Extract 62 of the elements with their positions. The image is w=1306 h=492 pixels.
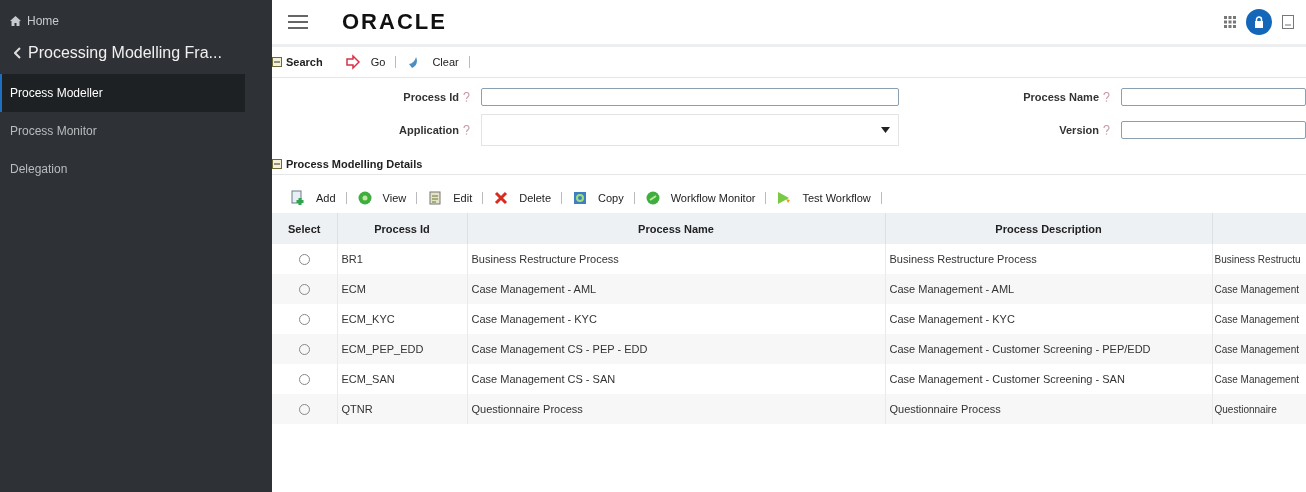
monitor-icon bbox=[644, 190, 661, 206]
table-cell: Case Management CS - PEP - EDD bbox=[467, 334, 885, 364]
column-header: Select bbox=[272, 213, 337, 244]
table-cell: Case Management - Customer Screening - PEP/EDD bbox=[885, 334, 1212, 364]
cross-icon bbox=[493, 190, 510, 206]
checklist-icon bbox=[427, 190, 444, 206]
logo: ORACLE bbox=[342, 9, 447, 35]
sidebar-item[interactable]: Process Monitor bbox=[0, 112, 245, 150]
sidebar-item[interactable]: Process Modeller bbox=[0, 74, 245, 112]
table-cell: ECM bbox=[337, 274, 467, 304]
chevron-left-icon[interactable] bbox=[14, 47, 22, 59]
table-cell: Case Management bbox=[1212, 274, 1306, 304]
copy-icon bbox=[572, 190, 588, 206]
table-cell: Questionnaire Process bbox=[885, 394, 1212, 424]
dropdown-caret-icon bbox=[881, 127, 890, 133]
field-label: Application bbox=[399, 124, 459, 136]
column-header: Process Id bbox=[337, 213, 467, 244]
collapse-icon[interactable] bbox=[272, 159, 282, 169]
home-link[interactable]: Home bbox=[27, 14, 59, 28]
toolbar-button[interactable]: Add bbox=[280, 190, 346, 206]
section-heading: Process Modelling Details bbox=[286, 158, 423, 170]
toolbar-button[interactable]: View bbox=[346, 190, 417, 206]
field-label: Process Id bbox=[403, 91, 459, 103]
table-cell: QTNR bbox=[337, 394, 467, 424]
arrow-icon bbox=[344, 54, 361, 70]
table-cell: Case Management - AML bbox=[467, 274, 885, 304]
input-field[interactable] bbox=[481, 88, 899, 106]
add-document-icon bbox=[290, 190, 306, 206]
table-cell: Questionnaire Process bbox=[467, 394, 885, 424]
lock-icon bbox=[1254, 16, 1264, 28]
table-cell: Case Management bbox=[1212, 334, 1306, 364]
table-cell: Questionnaire bbox=[1212, 394, 1306, 424]
field-label: Process Name bbox=[1023, 91, 1099, 103]
view-icon bbox=[356, 190, 373, 206]
toolbar-button[interactable]: Edit bbox=[417, 190, 483, 206]
clear-button[interactable]: Clear bbox=[396, 54, 469, 70]
contact-card-icon[interactable] bbox=[1282, 15, 1294, 29]
go-button[interactable]: Go bbox=[334, 54, 396, 70]
field-label: Version bbox=[1059, 124, 1099, 136]
help-icon[interactable] bbox=[1103, 125, 1110, 135]
table-cell: Case Management - AML bbox=[885, 274, 1212, 304]
help-icon[interactable] bbox=[463, 92, 470, 102]
column-header: Process Name bbox=[467, 213, 885, 244]
input-field[interactable] bbox=[1121, 121, 1306, 139]
column-header: Process Description bbox=[885, 213, 1212, 244]
table-cell: ECM_PEP_EDD bbox=[337, 334, 467, 364]
section-heading: Search bbox=[286, 56, 323, 68]
toolbar-button[interactable]: Delete bbox=[483, 190, 561, 206]
help-icon[interactable] bbox=[1103, 92, 1110, 102]
collapse-icon[interactable] bbox=[272, 57, 282, 67]
toolbar-button[interactable]: Workflow Monitor bbox=[634, 190, 766, 206]
play-star-icon bbox=[776, 190, 793, 206]
menu-icon[interactable] bbox=[288, 15, 308, 29]
toolbar-button[interactable]: Copy bbox=[562, 190, 634, 206]
help-icon[interactable] bbox=[463, 125, 470, 135]
toolbar-button[interactable]: Test Workflow bbox=[766, 190, 881, 206]
lock-button[interactable] bbox=[1246, 9, 1272, 35]
home-icon bbox=[10, 16, 21, 26]
input-field[interactable] bbox=[1121, 88, 1306, 106]
section-title: Processing Modelling Fra... bbox=[28, 44, 222, 62]
sidebar-item[interactable]: Delegation bbox=[0, 150, 245, 188]
grid-icon[interactable] bbox=[1224, 16, 1236, 28]
